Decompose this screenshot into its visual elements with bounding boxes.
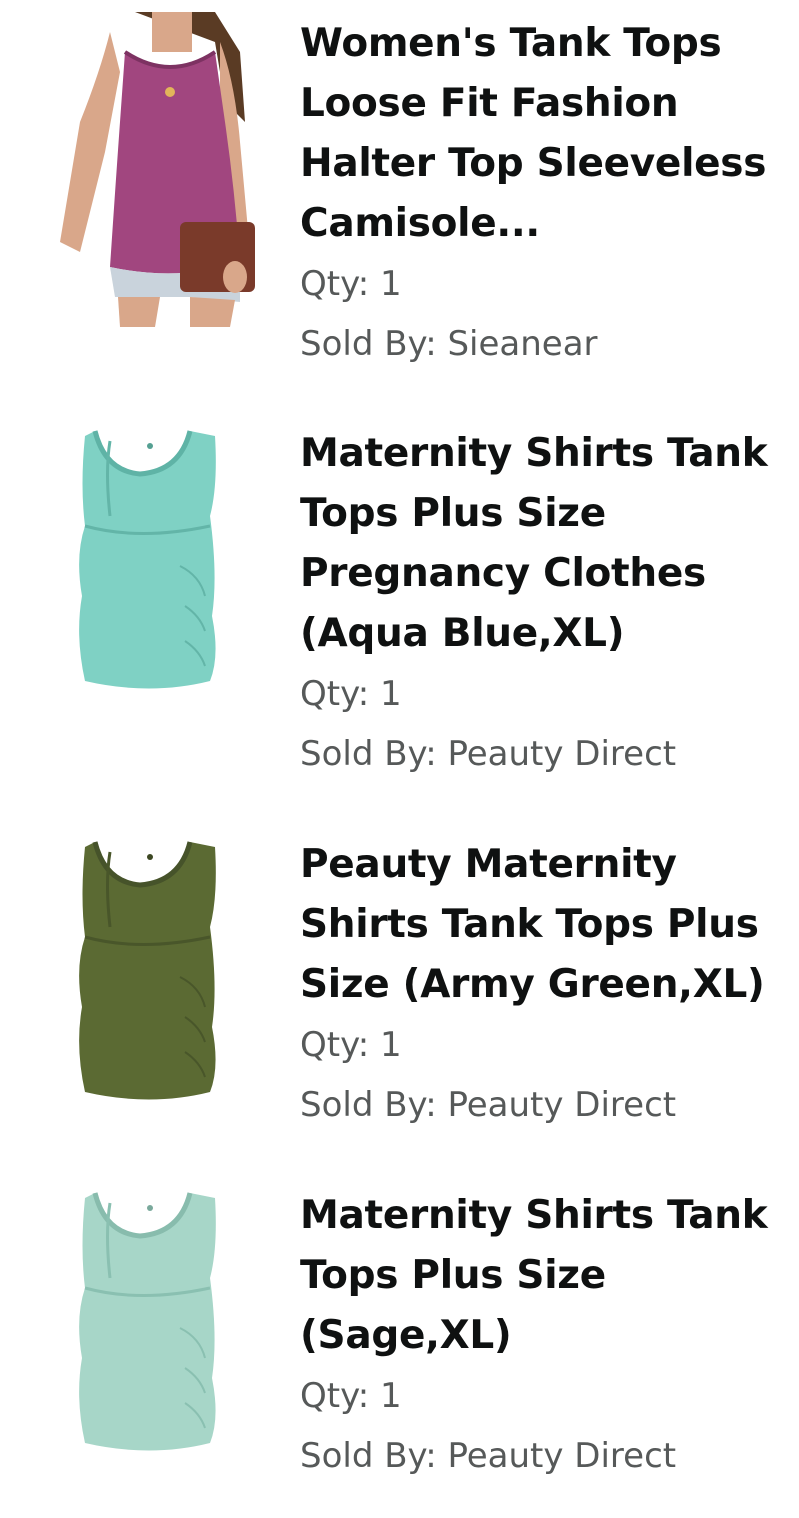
seller-name: Sold By: Peauty Direct [300, 1085, 677, 1125]
order-item[interactable]: Women's Tank Tops Loose Fit Fashion Halt… [0, 0, 799, 400]
quantity: Qty: 1 [300, 1376, 402, 1416]
product-title[interactable]: Women's Tank Tops Loose Fit Fashion Halt… [300, 14, 780, 254]
order-item[interactable]: Maternity Shirts Tank Tops Plus Size (Sa… [0, 1172, 799, 1502]
aqua-maternity-tank-photo-icon [79, 430, 216, 689]
product-image[interactable] [40, 837, 255, 1107]
seller-name: Sold By: Peauty Direct [300, 1436, 677, 1476]
product-image[interactable] [40, 1188, 255, 1458]
product-title[interactable]: Peauty Maternity Shirts Tank Tops Plus S… [300, 835, 780, 1015]
army-green-maternity-tank-photo-icon [79, 841, 216, 1100]
sage-maternity-tank-photo-icon [79, 1192, 216, 1451]
quantity: Qty: 1 [300, 1025, 402, 1065]
order-item[interactable]: Maternity Shirts Tank Tops Plus Size Pre… [0, 410, 799, 790]
seller-name: Sold By: Peauty Direct [300, 734, 677, 774]
product-image[interactable] [40, 426, 255, 696]
order-item[interactable]: Peauty Maternity Shirts Tank Tops Plus S… [0, 821, 799, 1151]
product-title[interactable]: Maternity Shirts Tank Tops Plus Size (Sa… [300, 1186, 780, 1366]
quantity: Qty: 1 [300, 674, 402, 714]
seller-name: Sold By: Sieanear [300, 324, 598, 364]
purple-halter-top-photo-icon [60, 12, 255, 327]
quantity: Qty: 1 [300, 264, 402, 304]
product-image[interactable] [40, 12, 255, 327]
product-title[interactable]: Maternity Shirts Tank Tops Plus Size Pre… [300, 424, 780, 664]
